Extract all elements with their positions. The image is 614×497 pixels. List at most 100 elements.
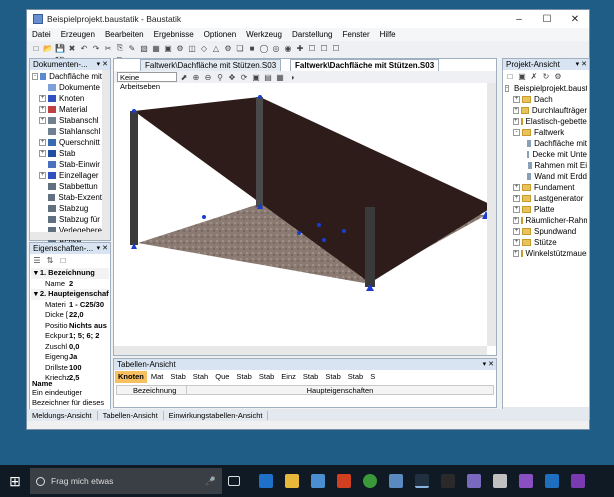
delete-icon[interactable]: ✗: [529, 71, 539, 81]
block-icon[interactable]: ■: [247, 43, 257, 53]
cursor-icon[interactable]: ⬈: [179, 72, 189, 82]
node-icon[interactable]: ◇: [199, 43, 209, 53]
document-tree-item[interactable]: Stab-Exzent: [32, 192, 102, 203]
project-tree-item[interactable]: + Stütze: [505, 237, 587, 248]
refresh-icon[interactable]: ↻: [541, 71, 551, 81]
property-value[interactable]: 1 - C25/30: [69, 300, 104, 311]
project-tree-item[interactable]: + Elastisch-gebettete: [505, 116, 587, 127]
settings-icon[interactable]: ⚙: [553, 71, 563, 81]
delete-icon[interactable]: ✖: [67, 43, 77, 53]
settings-icon[interactable]: ⚙: [175, 43, 185, 53]
maximize-button[interactable]: ☐: [533, 10, 561, 28]
store-icon[interactable]: [311, 474, 325, 488]
menu-item[interactable]: Datei: [27, 30, 56, 39]
menu-item[interactable]: Werkzeug: [241, 30, 287, 39]
expander-icon[interactable]: +: [513, 228, 520, 235]
app-icon-2[interactable]: [441, 474, 455, 488]
zoom-out-icon[interactable]: ⊖: [203, 72, 213, 82]
expander-icon[interactable]: +: [513, 96, 520, 103]
table-tab[interactable]: Stab: [322, 371, 343, 383]
option-icon[interactable]: ☐: [331, 43, 341, 53]
expander-icon[interactable]: -: [32, 73, 38, 80]
workspace-select[interactable]: Keine Arbeitseben: [117, 72, 177, 91]
project-tree-item[interactable]: + Durchlaufträger: [505, 105, 587, 116]
option-icon[interactable]: ☐: [307, 43, 317, 53]
table-tab[interactable]: Stab: [233, 371, 254, 383]
panel-controls[interactable]: ▾ ✕: [576, 59, 587, 70]
property-row[interactable]: Positio Nichts aus: [31, 321, 109, 332]
status-tab[interactable]: Einwirkungstabellen-Ansicht: [164, 410, 269, 420]
close-button[interactable]: ✕: [561, 10, 589, 28]
document-tree-item[interactable]: Stab-Einwir: [32, 159, 102, 170]
sort-icon[interactable]: ⇅: [45, 255, 55, 265]
project-tree-item[interactable]: + Dach: [505, 94, 587, 105]
expander-icon[interactable]: +: [513, 107, 520, 114]
microphone-icon[interactable]: 🎤: [205, 476, 216, 487]
project-tree-item[interactable]: + Fundament: [505, 182, 587, 193]
document-tree-item[interactable]: - Dachfläche mit: [32, 71, 102, 82]
document-tree-item[interactable]: Stabzug für: [32, 214, 102, 225]
project-tree-item[interactable]: Decke mit Unte: [505, 149, 587, 160]
table-tab[interactable]: Stab: [345, 371, 366, 383]
copy-icon[interactable]: ❏: [235, 43, 245, 53]
search-box[interactable]: Frag mich etwas 🎤: [30, 468, 222, 494]
project-tree-item[interactable]: - Faltwerk: [505, 127, 587, 138]
grid-icon[interactable]: ▦: [151, 43, 161, 53]
table-tab[interactable]: Mat: [148, 371, 167, 383]
edge-icon[interactable]: [259, 474, 273, 488]
file-explorer-icon[interactable]: [285, 474, 299, 488]
document-tree-item[interactable]: Dokumente: [32, 82, 102, 93]
property-value[interactable]: Nichts aus: [69, 321, 107, 332]
view-front-icon[interactable]: ▣: [251, 72, 261, 82]
gear-icon[interactable]: ⚙: [223, 43, 233, 53]
save-icon[interactable]: 💾: [55, 43, 65, 53]
zoom-window-icon[interactable]: ⚲: [215, 72, 225, 82]
status-tab[interactable]: Tabellen-Ansicht: [98, 410, 164, 420]
project-tree-item[interactable]: + Platte: [505, 204, 587, 215]
project-tree-item[interactable]: + Räumlicher-Rahme: [505, 215, 587, 226]
render-icon[interactable]: ◑: [287, 72, 297, 82]
tab-faltwerk-2[interactable]: Faltwerk\Dachfläche mit Stützen.S03: [290, 59, 440, 71]
menu-item[interactable]: Hilfe: [375, 30, 401, 39]
property-row[interactable]: Materi 1 - C25/30: [31, 300, 109, 311]
option-icon[interactable]: ☐: [319, 43, 329, 53]
document-tree-item[interactable]: + Stabanschl: [32, 115, 102, 126]
property-value[interactable]: 1; 5; 6; 2: [69, 331, 99, 342]
categorized-icon[interactable]: ☰: [32, 255, 42, 265]
property-value[interactable]: 0,0: [69, 342, 79, 353]
redo-icon[interactable]: ↷: [91, 43, 101, 53]
pan-icon[interactable]: ✥: [227, 72, 237, 82]
project-tree-item[interactable]: + Lastgenerator: [505, 193, 587, 204]
expander-icon[interactable]: +: [513, 217, 519, 224]
panel-controls[interactable]: ▾ ✕: [97, 59, 108, 70]
project-tree-item[interactable]: Dachfläche mit: [505, 138, 587, 149]
zoom-in-icon[interactable]: ⊕: [191, 72, 201, 82]
windows-start-icon[interactable]: ⊞: [0, 465, 30, 497]
property-value[interactable]: Ja: [69, 352, 77, 363]
column-header-haupteigenschaften[interactable]: Haupteigenschaften: [187, 386, 493, 395]
document-tree-item[interactable]: Stabzug: [32, 203, 102, 214]
target-icon[interactable]: ◎: [271, 43, 281, 53]
expander-icon[interactable]: +: [39, 150, 46, 157]
table-tab[interactable]: Knoten: [115, 371, 147, 383]
project-tree-item[interactable]: Wand mit Erdd: [505, 171, 587, 182]
grid-icon[interactable]: ▧: [139, 43, 149, 53]
radio-icon[interactable]: ◉: [283, 43, 293, 53]
tab-faltwerk-1[interactable]: Faltwerk\Dachfläche mit Stützen.S03: [140, 59, 282, 71]
expander-icon[interactable]: +: [39, 117, 46, 124]
menu-item[interactable]: Erzeugen: [56, 30, 100, 39]
outlook-icon[interactable]: [545, 474, 559, 488]
cut-icon[interactable]: ✂: [103, 43, 113, 53]
project-tree-item[interactable]: + Spundwand: [505, 226, 587, 237]
menu-item[interactable]: Optionen: [199, 30, 241, 39]
document-tree-item[interactable]: Stahlanschl: [32, 126, 102, 137]
property-value[interactable]: 2: [69, 279, 73, 290]
print-icon[interactable]: ⎘: [115, 43, 125, 53]
vertical-scrollbar[interactable]: [102, 70, 110, 240]
menu-item[interactable]: Fenster: [337, 30, 374, 39]
property-section-header[interactable]: ▾ 1. Bezeichnung: [31, 268, 109, 279]
expander-icon[interactable]: +: [39, 95, 46, 102]
baustatik-taskbar-icon[interactable]: [415, 474, 429, 488]
expander-icon[interactable]: +: [39, 106, 46, 113]
table-tab[interactable]: Stah: [190, 371, 211, 383]
